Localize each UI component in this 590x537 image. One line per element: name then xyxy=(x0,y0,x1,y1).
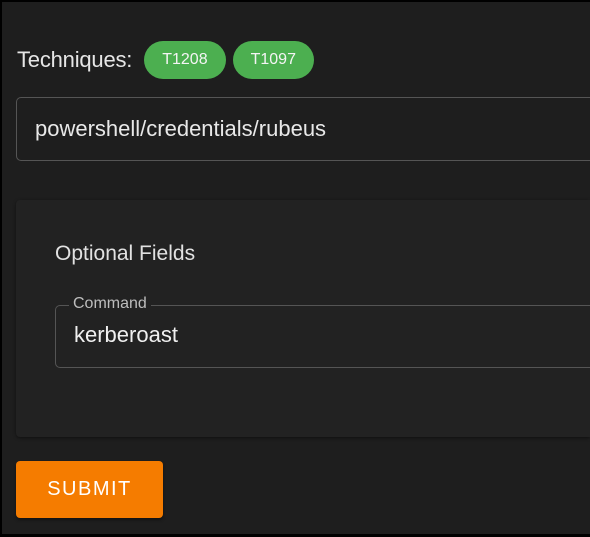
form-page: Techniques: T1208 T1097 powershell/crede… xyxy=(2,2,590,534)
module-input[interactable]: powershell/credentials/rubeus xyxy=(16,97,590,161)
module-input-value: powershell/credentials/rubeus xyxy=(35,116,327,141)
techniques-row: Techniques: T1208 T1097 xyxy=(17,41,321,79)
technique-chip[interactable]: T1208 xyxy=(144,41,226,79)
optional-fields-title: Optional Fields xyxy=(55,242,196,265)
optional-fields-panel: Optional Fields Command kerberoast xyxy=(16,200,590,437)
submit-button[interactable]: SUBMIT xyxy=(16,461,163,518)
command-label: Command xyxy=(69,295,151,313)
techniques-label: Techniques: xyxy=(17,47,133,72)
command-value: kerberoast xyxy=(74,322,178,347)
command-field[interactable]: Command kerberoast xyxy=(55,295,590,368)
technique-chip[interactable]: T1097 xyxy=(232,41,314,79)
